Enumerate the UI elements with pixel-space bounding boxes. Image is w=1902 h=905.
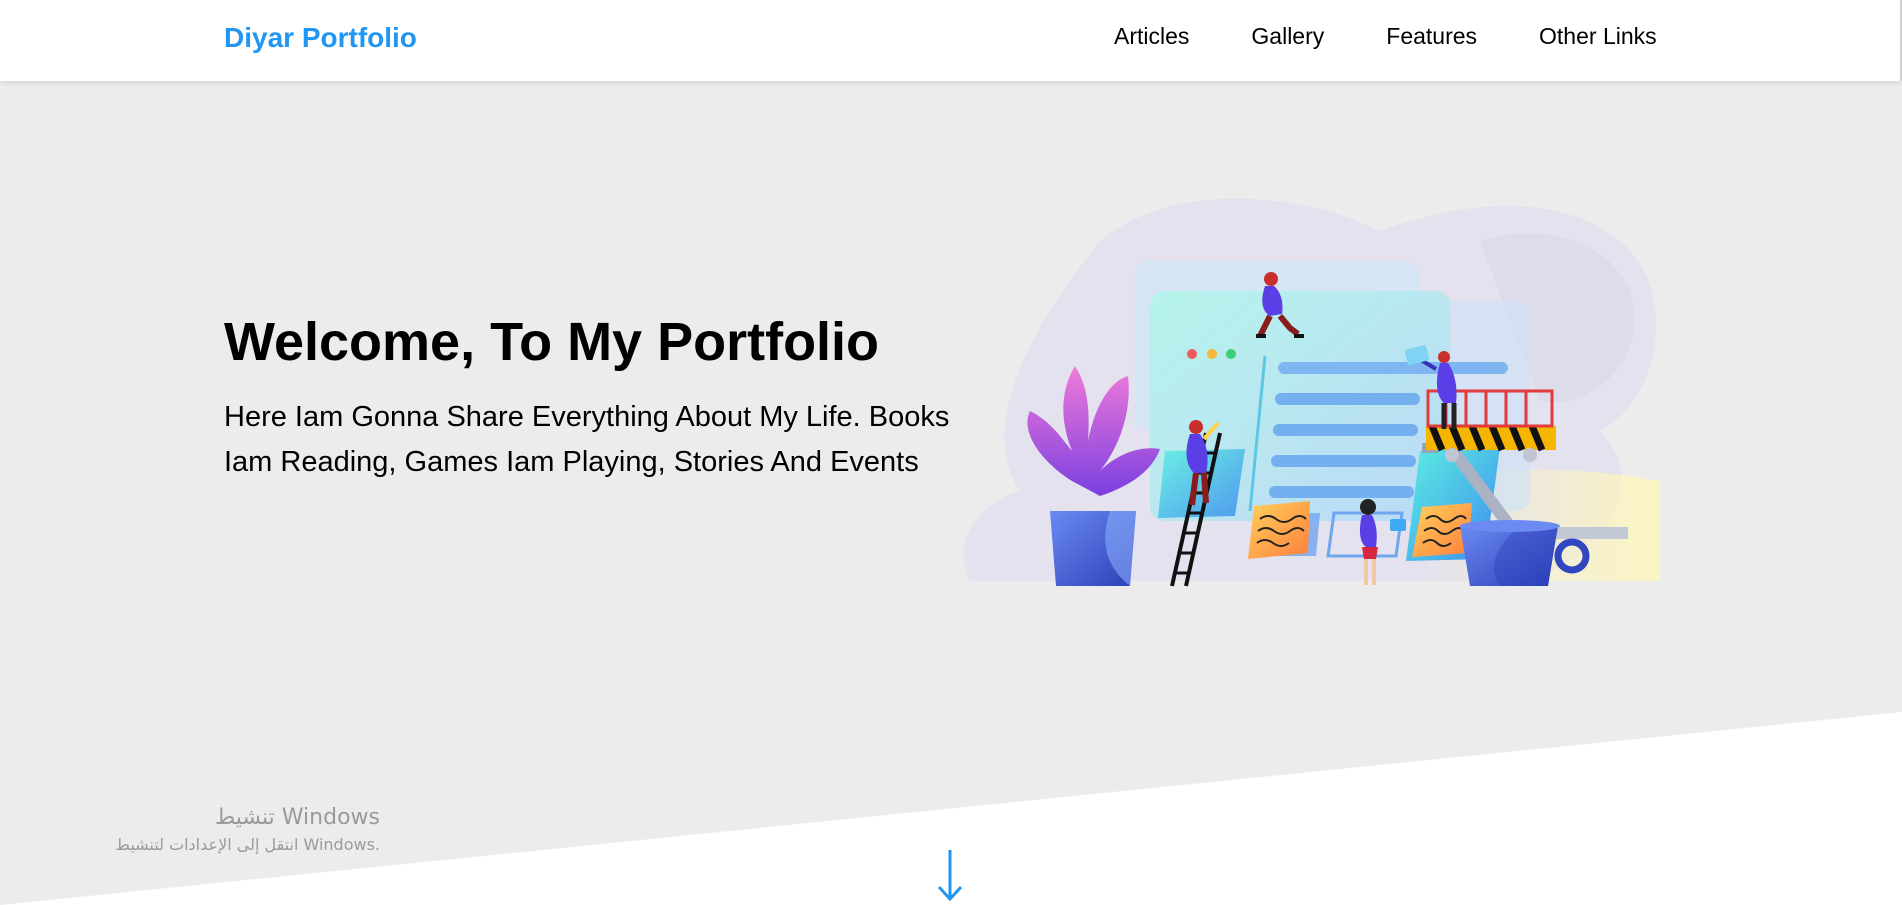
hero-section: Welcome, To My Portfolio Here Iam Gonna … [0, 81, 1902, 905]
nav-link-other-links[interactable]: Other Links [1508, 23, 1688, 50]
site-header: Diyar Portfolio Articles Gallery Feature… [0, 0, 1902, 81]
watermark-subtitle: انتقل إلى الإعدادات لتنشيط Windows. [115, 835, 380, 854]
nav-link-features[interactable]: Features [1355, 23, 1508, 50]
team-illustration [963, 198, 1660, 587]
nav-link-articles[interactable]: Articles [1083, 23, 1220, 50]
nav-link-gallery[interactable]: Gallery [1220, 23, 1355, 50]
hero-description: Here Iam Gonna Share Everything About My… [224, 401, 950, 478]
watermark-title: تنشيط Windows [214, 805, 380, 830]
site-logo[interactable]: Diyar Portfolio [224, 22, 417, 54]
main-nav: Articles Gallery Features Other Links [1083, 0, 1688, 73]
windows-activation-watermark: تنشيط Windows انتقل إلى الإعدادات لتنشيط… [90, 803, 380, 857]
hero-title: Welcome, To My Portfolio [224, 312, 880, 372]
arrow-down-icon[interactable] [933, 848, 967, 905]
